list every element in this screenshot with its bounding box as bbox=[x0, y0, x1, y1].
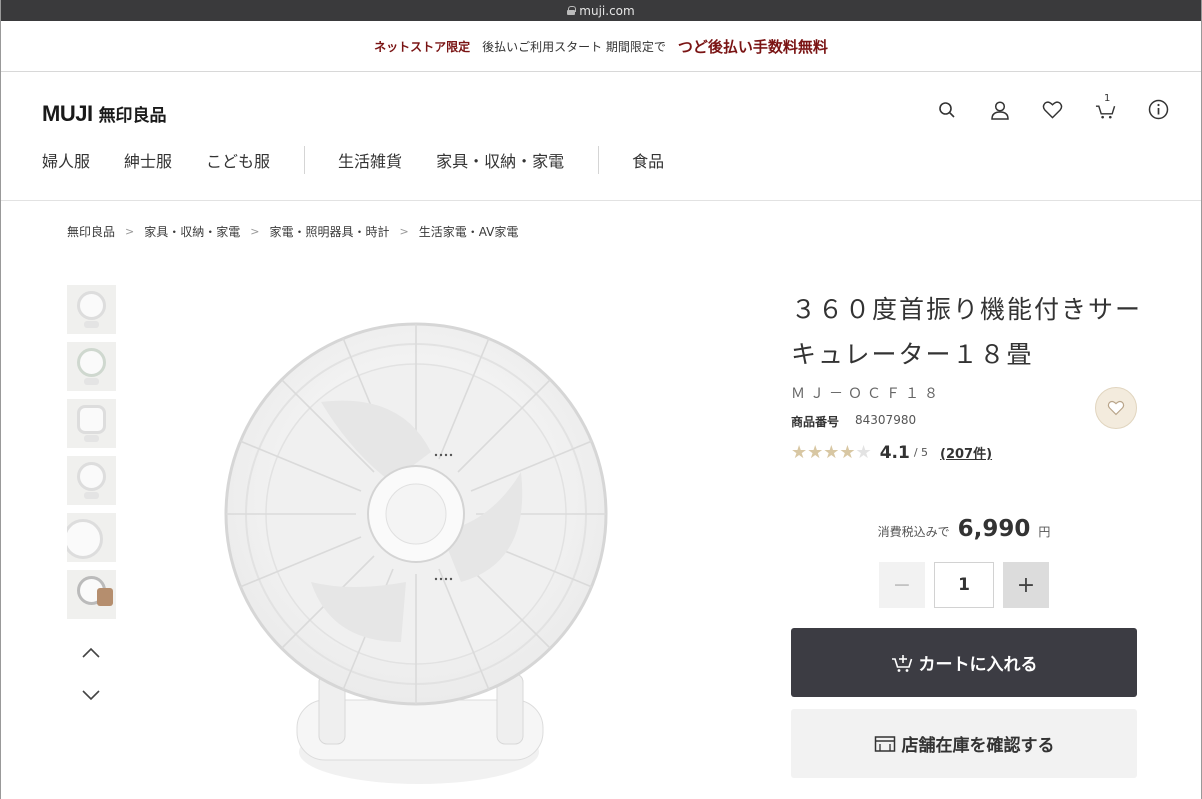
thumbnail-image[interactable] bbox=[67, 456, 116, 505]
lock-icon bbox=[567, 6, 577, 15]
check-store-stock-button[interactable]: 店舗在庫を確認する bbox=[791, 709, 1137, 778]
item-number-label: 商品番号 bbox=[791, 415, 840, 429]
nav-food[interactable]: 食品 bbox=[632, 148, 664, 172]
page: muji.com ネットストア限定 後払いご利用スタート 期間限定で つど後払い… bbox=[0, 0, 1202, 799]
search-icon[interactable] bbox=[936, 99, 957, 120]
chevron-down-icon[interactable] bbox=[81, 685, 101, 705]
heart-icon[interactable] bbox=[1042, 99, 1063, 120]
nav-divider bbox=[304, 146, 306, 174]
favorite-button[interactable] bbox=[1095, 387, 1137, 429]
breadcrumb-item[interactable]: 生活家電・AV家電 bbox=[419, 223, 519, 240]
breadcrumb-item[interactable]: 家具・収納・家電 bbox=[144, 223, 240, 240]
thumbnail-image[interactable] bbox=[67, 513, 116, 562]
promo-tag: ネットストア限定 bbox=[374, 39, 471, 54]
nav-household[interactable]: 生活雑貨 bbox=[338, 148, 402, 172]
product-title-line: キュレーター１８畳 bbox=[791, 340, 1034, 369]
header-icons: 1 bbox=[936, 93, 1169, 120]
thumbnail-image[interactable] bbox=[67, 342, 116, 391]
quantity-input[interactable]: 1 bbox=[934, 562, 994, 608]
promo-banner[interactable]: ネットストア限定 後払いご利用スタート 期間限定で つど後払い手数料無料 bbox=[1, 21, 1201, 72]
nav-kids[interactable]: こども服 bbox=[206, 148, 270, 172]
promo-sub: 後払いご利用スタート 期間限定で bbox=[482, 39, 666, 54]
product-image bbox=[224, 322, 608, 784]
site-header: MUJI 無印良品 1 婦人服 紳士服 こども服 生活雑貨 家具・収納・家電 食… bbox=[1, 72, 1201, 201]
nav-divider bbox=[598, 146, 600, 174]
logo-en: MUJI bbox=[42, 101, 93, 126]
nav-furniture[interactable]: 家具・収納・家電 bbox=[436, 148, 564, 172]
nav-womens[interactable]: 婦人服 bbox=[42, 148, 90, 172]
rating-outof: / 5 bbox=[913, 446, 929, 459]
price-label: 消費税込みで bbox=[877, 525, 950, 539]
thumbnail-list bbox=[67, 285, 117, 627]
cart-icon[interactable]: 1 bbox=[1095, 93, 1116, 120]
account-icon[interactable] bbox=[989, 99, 1010, 120]
cart-plus-icon bbox=[891, 654, 912, 672]
info-icon[interactable] bbox=[1148, 99, 1169, 120]
item-number: 商品番号 84307980 bbox=[791, 413, 1143, 430]
rating-stars: ★★★★★ bbox=[791, 442, 872, 463]
heart-icon bbox=[1107, 400, 1125, 416]
url-text: muji.com bbox=[579, 3, 635, 18]
check-store-stock-label: 店舗在庫を確認する bbox=[901, 736, 1055, 756]
review-count-link[interactable]: (207件) bbox=[940, 443, 992, 462]
thumbnail-image[interactable] bbox=[67, 570, 116, 619]
thumbnail-image[interactable] bbox=[67, 285, 116, 334]
promo-headline: つど後払い手数料無料 bbox=[677, 37, 828, 56]
quantity-plus-button[interactable]: + bbox=[1003, 562, 1049, 608]
chevron-right-icon: > bbox=[125, 225, 135, 238]
rating-score: 4.1 bbox=[879, 442, 910, 463]
nav-mens[interactable]: 紳士服 bbox=[124, 148, 172, 172]
product-model: ＭＪ－ＯＣＦ１８ bbox=[791, 386, 943, 402]
quantity-stepper: − 1 + bbox=[879, 562, 1049, 608]
breadcrumb-item[interactable]: 家電・照明器具・時計 bbox=[269, 223, 389, 240]
cart-count: 1 bbox=[1104, 93, 1111, 104]
thumbnail-image[interactable] bbox=[67, 399, 116, 448]
browser-url-bar[interactable]: muji.com bbox=[1, 0, 1201, 21]
price-currency: 円 bbox=[1038, 525, 1051, 539]
breadcrumb: 無印良品 > 家具・収納・家電 > 家電・照明器具・時計 > 生活家電・AV家電 bbox=[67, 223, 518, 240]
muji-logo[interactable]: MUJI 無印良品 bbox=[42, 101, 167, 127]
item-number-value: 84307980 bbox=[855, 413, 917, 427]
product-title-line: ３６０度首振り機能付きサー bbox=[791, 295, 1143, 324]
quantity-minus-button[interactable]: − bbox=[879, 562, 925, 608]
logo-ja: 無印良品 bbox=[98, 106, 167, 126]
price: 消費税込みで 6,990 円 bbox=[791, 516, 1137, 542]
price-value: 6,990 bbox=[957, 516, 1031, 542]
rating: ★★★★★ 4.1 / 5 (207件) bbox=[791, 442, 1143, 463]
chevron-right-icon: > bbox=[250, 225, 260, 238]
product-title: ３６０度首振り機能付きサー キュレーター１８畳 bbox=[791, 287, 1143, 377]
chevron-right-icon: > bbox=[399, 225, 409, 238]
add-to-cart-button[interactable]: カートに入れる bbox=[791, 628, 1137, 697]
product-info: ３６０度首振り機能付きサー キュレーター１８畳 ＭＪ－ＯＣＦ１８ 商品番号 84… bbox=[791, 287, 1143, 463]
breadcrumb-item[interactable]: 無印良品 bbox=[67, 223, 115, 240]
category-nav: 婦人服 紳士服 こども服 生活雑貨 家具・収納・家電 食品 bbox=[42, 146, 698, 174]
store-icon bbox=[874, 735, 895, 752]
add-to-cart-label: カートに入れる bbox=[918, 655, 1038, 675]
chevron-up-icon[interactable] bbox=[81, 643, 101, 663]
